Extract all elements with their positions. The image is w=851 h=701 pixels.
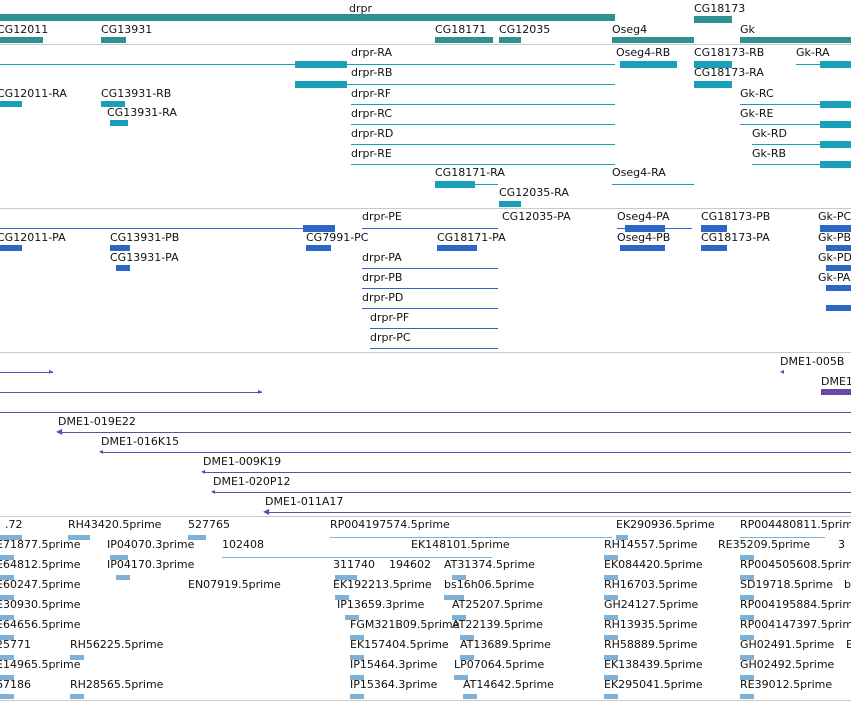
est-label[interactable]: .72: [5, 518, 23, 531]
est-label[interactable]: AT31374.5prime: [444, 558, 535, 571]
est-label[interactable]: E14965.5prime: [0, 658, 80, 671]
est-label[interactable]: EK295041.5prime: [604, 678, 703, 691]
est-label[interactable]: E: [846, 638, 851, 651]
est-label[interactable]: bs16h06.5prime: [444, 578, 534, 591]
est-label[interactable]: 527765: [188, 518, 230, 531]
est-label[interactable]: EK138439.5prime: [604, 658, 703, 671]
est-label[interactable]: 102408: [222, 538, 264, 551]
est-label[interactable]: RP004195884.5prime: [740, 598, 851, 611]
est-label[interactable]: RP004197574.5prime: [330, 518, 450, 531]
est-track: .72 RH43420.5prime 527765 RP004197574.5p…: [0, 0, 851, 701]
est-label[interactable]: E30930.5prime: [0, 598, 80, 611]
est-bar: [350, 694, 364, 699]
est-label[interactable]: LP07064.5prime: [454, 658, 544, 671]
est-label[interactable]: RP004147397.5prime: [740, 618, 851, 631]
est-label[interactable]: RH14557.5prime: [604, 538, 697, 551]
est-label[interactable]: RH58889.5prime: [604, 638, 697, 651]
est-label[interactable]: IP15364.3prime: [350, 678, 437, 691]
est-label[interactable]: EK290936.5prime: [616, 518, 715, 531]
est-label[interactable]: RH43420.5prime: [68, 518, 161, 531]
est-label[interactable]: IP15464.3prime: [350, 658, 437, 671]
est-bar: [0, 694, 14, 699]
est-bar: [740, 694, 754, 699]
est-label[interactable]: RH56225.5prime: [70, 638, 163, 651]
est-label[interactable]: IP04170.3prime: [107, 558, 194, 571]
est-label[interactable]: SD19718.5prime: [740, 578, 833, 591]
est-label[interactable]: FGM321B09.5prime: [350, 618, 459, 631]
est-label[interactable]: 311740: [333, 558, 375, 571]
est-bar: [604, 694, 618, 699]
est-label[interactable]: IP04070.3prime: [107, 538, 194, 551]
est-label[interactable]: 3: [838, 538, 845, 551]
est-label[interactable]: GH02492.5prime: [740, 658, 834, 671]
est-bar: [463, 694, 477, 699]
est-label[interactable]: EK084420.5prime: [604, 558, 703, 571]
est-label[interactable]: 67186: [0, 678, 31, 691]
est-label[interactable]: RH16703.5prime: [604, 578, 697, 591]
est-label[interactable]: AT25207.5prime: [452, 598, 543, 611]
est-label[interactable]: RH13935.5prime: [604, 618, 697, 631]
est-label[interactable]: EK157404.5prime: [350, 638, 449, 651]
est-label[interactable]: b: [844, 578, 851, 591]
est-label[interactable]: 25771: [0, 638, 31, 651]
est-label[interactable]: RP004480811.5prime: [740, 518, 851, 531]
est-label[interactable]: AT14642.5prime: [463, 678, 554, 691]
est-label[interactable]: GH24127.5prime: [604, 598, 698, 611]
est-label[interactable]: RH28565.5prime: [70, 678, 163, 691]
est-label[interactable]: AT13689.5prime: [460, 638, 551, 651]
est-label[interactable]: 194602: [389, 558, 431, 571]
est-label[interactable]: E64656.5prime: [0, 618, 80, 631]
est-label[interactable]: E71877.5prime: [0, 538, 80, 551]
est-label[interactable]: EN07919.5prime: [188, 578, 281, 591]
est-bar: [116, 575, 130, 580]
est-label[interactable]: AT22139.5prime: [452, 618, 543, 631]
est-label[interactable]: RE39012.5prime: [740, 678, 832, 691]
est-label[interactable]: EK192213.5prime: [333, 578, 432, 591]
est-label[interactable]: EK148101.5prime: [411, 538, 510, 551]
est-label[interactable]: RP004505608.5prime: [740, 558, 851, 571]
est-label[interactable]: E64812.5prime: [0, 558, 80, 571]
est-label[interactable]: E60247.5prime: [0, 578, 80, 591]
est-label[interactable]: IP13659.3prime: [337, 598, 424, 611]
est-label[interactable]: RE35209.5prime: [718, 538, 810, 551]
est-bar: [70, 694, 84, 699]
est-label[interactable]: GH02491.5prime: [740, 638, 834, 651]
